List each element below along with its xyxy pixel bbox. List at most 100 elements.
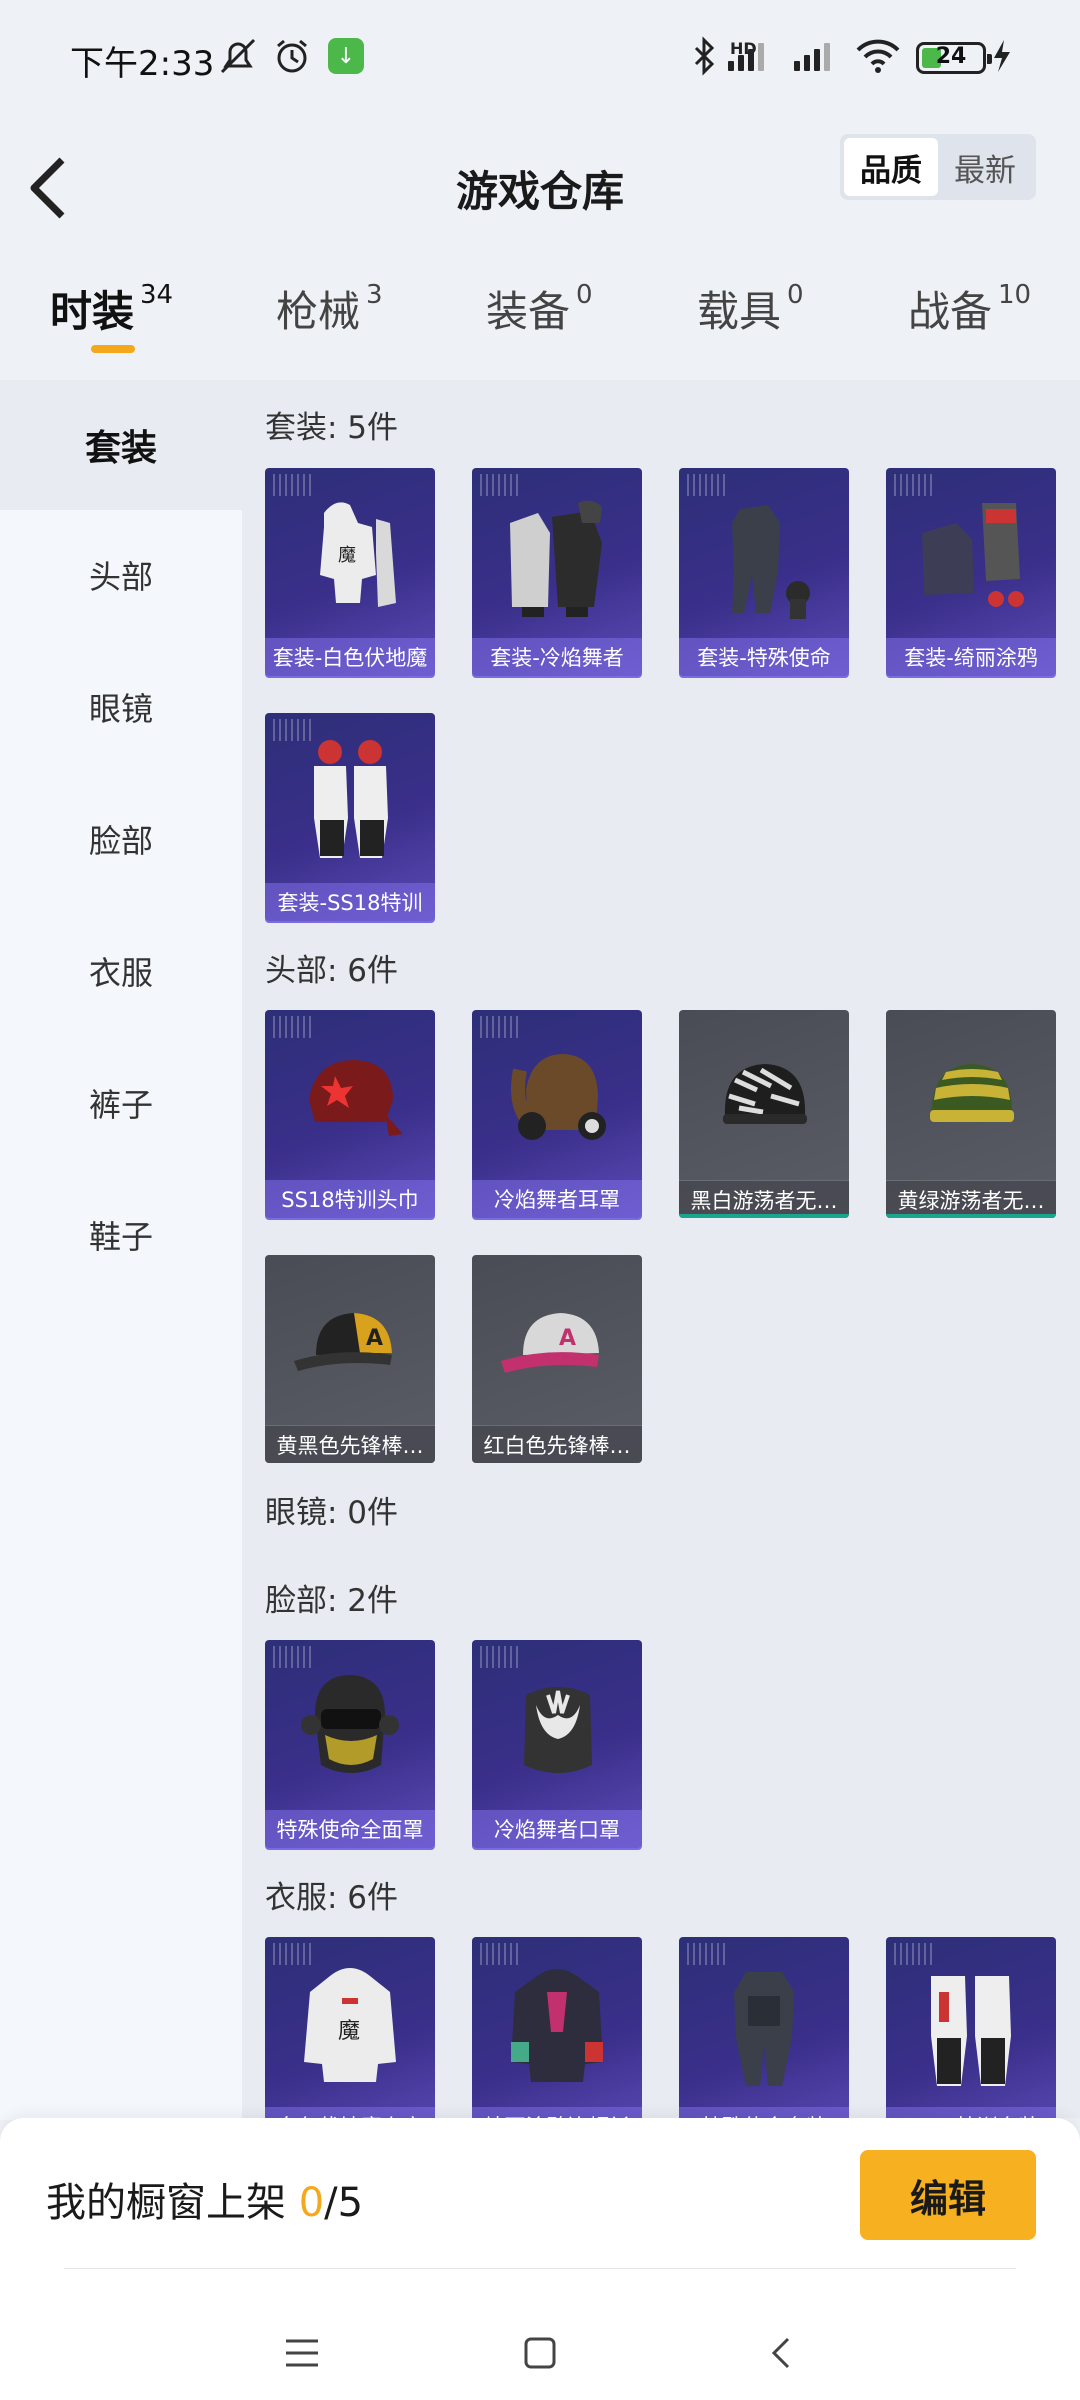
tab-count: 34: [140, 280, 174, 310]
showcase-panel: 我的橱窗上架 0/5 编辑: [0, 2118, 1080, 2400]
item-card[interactable]: 黄绿游荡者无…: [886, 1010, 1056, 1218]
sidebar-item-clothes[interactable]: 衣服: [0, 906, 242, 1036]
showcase-total-count: /5: [324, 2180, 364, 2226]
showcase-label: 我的橱窗上架: [46, 2180, 286, 2226]
item-card[interactable]: 套装-绮丽涂鸦: [886, 468, 1056, 676]
back-button[interactable]: [24, 140, 104, 236]
item-card[interactable]: 冷焰舞者口罩: [472, 1640, 642, 1848]
item-name: 套装-特殊使命: [679, 638, 849, 676]
item-name: 冷焰舞者口罩: [472, 1810, 642, 1848]
sort-toggle: 品质 最新: [840, 134, 1036, 200]
download-app-icon: ↓: [328, 38, 364, 74]
sidebar-item-face[interactable]: 脸部: [0, 774, 242, 904]
item-card[interactable]: 魔 白色伏地魔上衣: [265, 1937, 435, 2118]
graffiti-hoodie-suit-image: [886, 478, 1056, 628]
battery-level: 24: [935, 44, 967, 69]
battery-icon: 24: [916, 42, 992, 74]
charging-icon: [990, 36, 1014, 76]
zebra-beanie-image: [679, 1020, 849, 1170]
item-card[interactable]: A 红白色先锋棒…: [472, 1255, 642, 1463]
svg-text:A: A: [366, 1326, 383, 1351]
signal-2-icon: [794, 34, 830, 74]
item-card[interactable]: 冷焰舞者耳罩: [472, 1010, 642, 1218]
item-name: 特殊使命套装: [679, 2107, 849, 2118]
red-white-cap-image: A: [472, 1265, 642, 1415]
tab-count: 3: [366, 280, 383, 310]
section-title-clothes: 衣服: 6件: [265, 1880, 399, 1916]
white-hoodie-top-image: 魔: [265, 1947, 435, 2097]
item-name: 套装-SS18特训: [265, 883, 435, 921]
status-bar: 下午2:33 ↓ HD 24: [0, 0, 1080, 118]
divider: [64, 2268, 1016, 2269]
sidebar-item-head[interactable]: 头部: [0, 510, 242, 640]
section-title-suits: 套装: 5件: [265, 410, 399, 446]
svg-text:A: A: [559, 1326, 576, 1351]
item-name: 套装-冷焰舞者: [472, 638, 642, 676]
wifi-icon: [854, 36, 902, 76]
subcategory-sidebar: 套装 头部 眼镜 脸部 衣服 裤子 鞋子: [0, 380, 242, 2120]
tab-label: 枪械: [276, 287, 361, 336]
tab-equipment[interactable]: 装备 0: [486, 278, 593, 358]
section-title-head: 头部: 6件: [265, 953, 399, 989]
item-card[interactable]: 套装-冷焰舞者: [472, 468, 642, 676]
item-card[interactable]: 套装-特殊使命: [679, 468, 849, 676]
home-nav-button[interactable]: [510, 2323, 570, 2383]
svg-text:魔: 魔: [338, 2019, 360, 2044]
item-card[interactable]: SS18特训套装: [886, 1937, 1056, 2118]
sort-option-quality[interactable]: 品质: [844, 138, 938, 196]
item-card[interactable]: 套装-SS18特训: [265, 713, 435, 921]
item-grid-area[interactable]: 套装: 5件 魔 套装-白色伏地魔 套装-冷焰舞者 套装-特殊使命 套装-绮丽涂…: [242, 380, 1080, 2118]
tab-guns[interactable]: 枪械 3: [276, 278, 383, 358]
tab-label: 战备: [908, 287, 993, 336]
item-name: 套装-白色伏地魔: [265, 638, 435, 676]
sidebar-item-suits[interactable]: 套装: [0, 380, 242, 510]
home-square-icon: [524, 2337, 556, 2369]
sidebar-item-pants[interactable]: 裤子: [0, 1038, 242, 1168]
alarm-icon: [272, 36, 312, 76]
sort-option-latest[interactable]: 最新: [938, 138, 1032, 196]
tab-vehicles[interactable]: 载具 0: [697, 278, 804, 358]
tab-label: 装备: [486, 287, 571, 336]
item-name: 套装-绮丽涂鸦: [886, 638, 1056, 676]
tab-label: 载具: [697, 287, 782, 336]
yellow-green-beanie-image: [886, 1020, 1056, 1170]
notifications-muted-icon: [216, 36, 260, 76]
tab-label: 时装: [50, 287, 135, 336]
section-title-glasses: 眼镜: 0件: [265, 1495, 399, 1531]
white-hoodie-suit-image: 魔: [265, 478, 435, 628]
tab-count: 10: [998, 280, 1032, 310]
item-card[interactable]: 特殊使命套装: [679, 1937, 849, 2118]
item-card[interactable]: SS18特训头巾: [265, 1010, 435, 1218]
tab-count: 0: [787, 280, 804, 310]
back-nav-button[interactable]: [752, 2323, 812, 2383]
sidebar-item-shoes[interactable]: 鞋子: [0, 1170, 242, 1300]
item-card[interactable]: 特殊使命全面罩: [265, 1640, 435, 1848]
tab-count: 0: [576, 280, 593, 310]
dark-coat-suit-image: [472, 478, 642, 628]
item-card[interactable]: 魔 套装-白色伏地魔: [265, 468, 435, 676]
item-name: 红白色先锋棒…: [472, 1425, 642, 1463]
item-name: 特殊使命全面罩: [265, 1810, 435, 1848]
section-title-face: 脸部: 2件: [265, 1583, 399, 1619]
tactical-outfit-image: [679, 1947, 849, 2097]
item-card[interactable]: A 黄黑色先锋棒…: [265, 1255, 435, 1463]
item-name: SS18特训套装: [886, 2107, 1056, 2118]
red-bandana-image: [265, 1020, 435, 1170]
item-name: 冷焰舞者耳罩: [472, 1180, 642, 1218]
active-tab-indicator: [91, 345, 135, 353]
tactical-suit-image: [679, 478, 849, 628]
showcase-status: 我的橱窗上架 0/5: [46, 2170, 363, 2228]
item-card[interactable]: 黑白游荡者无…: [679, 1010, 849, 1218]
app-header: 游戏仓库 品质 最新: [0, 118, 1080, 258]
item-card[interactable]: 绮丽涂鸦连帽衫: [472, 1937, 642, 2118]
menu-nav-button[interactable]: [272, 2323, 332, 2383]
menu-icon: [286, 2339, 318, 2367]
category-tabs: 时装 34 枪械 3 装备 0 载具 0 战备 10: [0, 258, 1080, 378]
full-face-mask-image: [265, 1650, 435, 1800]
tab-supplies[interactable]: 战备 10: [908, 278, 1031, 358]
ss18-training-outfit-image: [886, 1947, 1056, 2097]
edit-button[interactable]: 编辑: [860, 2150, 1036, 2240]
item-name: SS18特训头巾: [265, 1180, 435, 1218]
yellow-black-cap-image: A: [265, 1265, 435, 1415]
sidebar-item-glasses[interactable]: 眼镜: [0, 642, 242, 772]
